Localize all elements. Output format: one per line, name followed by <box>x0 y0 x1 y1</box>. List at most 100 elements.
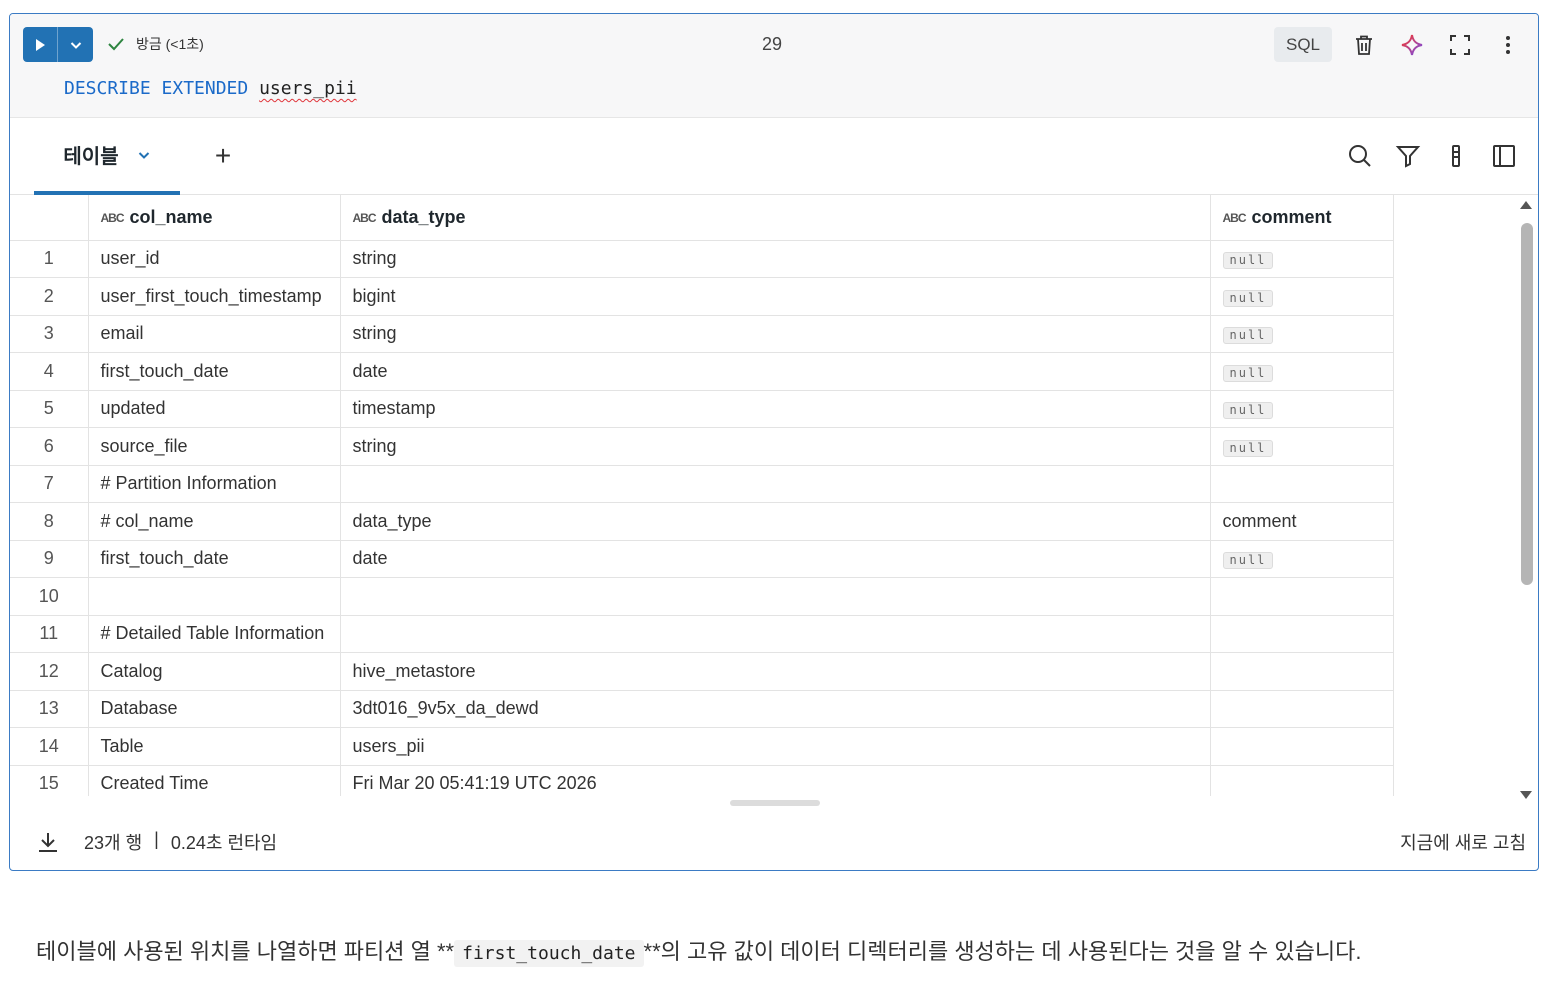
delete-cell-button[interactable] <box>1348 29 1380 61</box>
cell-col-name[interactable]: # col_name <box>88 502 341 541</box>
cell-comment[interactable]: null <box>1210 240 1394 278</box>
null-badge: null <box>1222 552 1274 570</box>
cell-data-type[interactable]: 3dt016_9v5x_da_dewd <box>340 690 1211 728</box>
cell-col-name[interactable]: user_first_touch_timestamp <box>88 277 341 316</box>
cell-data-type[interactable]: timestamp <box>340 390 1211 428</box>
row-number[interactable]: 12 <box>10 652 89 691</box>
cell-data-type[interactable]: Fri Mar 20 05:41:19 UTC 2026 <box>340 765 1211 796</box>
cell-data-type[interactable]: string <box>340 315 1211 353</box>
cell-data-type[interactable] <box>340 465 1211 503</box>
null-badge: null <box>1222 364 1274 382</box>
table-row: 5 updated timestamp null <box>10 390 1394 428</box>
cell-data-type[interactable] <box>340 615 1211 653</box>
cell-data-type[interactable]: string <box>340 240 1211 278</box>
row-number[interactable]: 1 <box>10 240 89 278</box>
row-number[interactable]: 13 <box>10 690 89 728</box>
fullscreen-button[interactable] <box>1444 29 1476 61</box>
cell-comment[interactable] <box>1210 577 1394 616</box>
add-visualization-button[interactable]: + <box>208 140 238 172</box>
row-number[interactable]: 9 <box>10 540 89 578</box>
filter-icon <box>1395 146 1421 168</box>
null-badge: null <box>1222 327 1274 345</box>
tab-table-label: 테이블 <box>63 146 119 168</box>
cell-comment[interactable]: comment <box>1210 502 1394 541</box>
cell-comment[interactable] <box>1210 727 1394 766</box>
search-results-button[interactable] <box>1344 140 1376 172</box>
row-number[interactable]: 4 <box>10 352 89 391</box>
cell-comment[interactable]: null <box>1210 540 1394 578</box>
column-header-data-type[interactable]: ABC data_type <box>340 195 1211 241</box>
cell-col-name[interactable]: Created Time <box>88 765 341 796</box>
cell-more-menu[interactable] <box>1492 29 1524 61</box>
cell-comment[interactable]: null <box>1210 390 1394 428</box>
string-type-icon: ABC <box>352 211 377 225</box>
row-number[interactable]: 8 <box>10 502 89 541</box>
cell-col-name[interactable]: Catalog <box>88 652 341 691</box>
row-number[interactable]: 15 <box>10 765 89 796</box>
cell-data-type[interactable]: users_pii <box>340 727 1211 766</box>
cell-col-name[interactable] <box>88 577 341 616</box>
row-number[interactable]: 6 <box>10 427 89 466</box>
cell-comment[interactable]: null <box>1210 315 1394 353</box>
vertical-scroll-thumb[interactable] <box>1521 223 1533 585</box>
cell-comment[interactable] <box>1210 465 1394 503</box>
run-cell-button[interactable] <box>23 27 58 62</box>
row-number[interactable]: 10 <box>10 577 89 616</box>
side-panel-button[interactable] <box>1488 140 1520 172</box>
column-header-col-name[interactable]: ABC col_name <box>88 195 341 241</box>
row-number[interactable]: 7 <box>10 465 89 503</box>
row-number-header <box>10 195 89 241</box>
row-number[interactable]: 5 <box>10 390 89 428</box>
cell-comment[interactable] <box>1210 765 1394 796</box>
string-type-icon: ABC <box>1222 211 1247 225</box>
cell-col-name[interactable]: Table <box>88 727 341 766</box>
sql-keyword: DESCRIBE EXTENDED <box>64 78 249 99</box>
cell-col-name[interactable]: source_file <box>88 427 341 466</box>
cell-data-type[interactable]: date <box>340 352 1211 391</box>
string-type-icon: ABC <box>100 211 125 225</box>
refreshed-status: 지금에 새로 고침 <box>1400 833 1526 853</box>
cell-data-type[interactable]: date <box>340 540 1211 578</box>
row-number[interactable]: 3 <box>10 315 89 353</box>
row-number[interactable]: 11 <box>10 615 89 653</box>
row-number[interactable]: 2 <box>10 277 89 316</box>
cell-comment[interactable] <box>1210 652 1394 691</box>
cell-col-name[interactable]: updated <box>88 390 341 428</box>
row-number[interactable]: 14 <box>10 727 89 766</box>
table-row: 3 email string null <box>10 315 1394 353</box>
cell-col-name[interactable]: first_touch_date <box>88 352 341 391</box>
cell-col-name[interactable]: first_touch_date <box>88 540 341 578</box>
cell-data-type[interactable]: string <box>340 427 1211 466</box>
table-row: 13 Database 3dt016_9v5x_da_dewd <box>10 690 1394 728</box>
kebab-menu-icon <box>1506 35 1510 54</box>
cell-col-name[interactable]: # Partition Information <box>88 465 341 503</box>
cell-header: 방금 (<1초) 29 SQL DESCRIBE EXTENDED users_… <box>10 14 1538 118</box>
cell-comment[interactable] <box>1210 615 1394 653</box>
cell-comment[interactable]: null <box>1210 277 1394 316</box>
vertical-scrollbar[interactable] <box>1515 199 1537 799</box>
code-editor[interactable]: DESCRIBE EXTENDED users_pii <box>64 78 357 99</box>
row-count: 23개 행 <box>84 833 143 853</box>
cell-col-name[interactable]: Database <box>88 690 341 728</box>
cell-comment[interactable]: null <box>1210 427 1394 466</box>
horizontal-scroll-thumb[interactable] <box>730 800 820 806</box>
cell-col-name[interactable]: user_id <box>88 240 341 278</box>
column-visibility-button[interactable] <box>1440 140 1472 172</box>
tab-table[interactable]: 테이블 <box>34 118 180 195</box>
assistant-button[interactable] <box>1396 29 1428 61</box>
filter-button[interactable] <box>1392 140 1424 172</box>
cell-comment[interactable] <box>1210 690 1394 728</box>
scroll-up-icon <box>1520 201 1532 209</box>
language-selector[interactable]: SQL <box>1274 27 1332 62</box>
download-icon[interactable] <box>36 830 60 854</box>
cell-col-name[interactable]: # Detailed Table Information <box>88 615 341 653</box>
cell-col-name[interactable]: email <box>88 315 341 353</box>
cell-data-type[interactable]: hive_metastore <box>340 652 1211 691</box>
run-options-dropdown[interactable] <box>58 27 93 62</box>
cell-comment[interactable]: null <box>1210 352 1394 391</box>
chevron-down-icon <box>138 151 149 159</box>
cell-data-type[interactable]: bigint <box>340 277 1211 316</box>
column-header-comment[interactable]: ABC comment <box>1210 195 1394 241</box>
cell-data-type[interactable]: data_type <box>340 502 1211 541</box>
cell-data-type[interactable] <box>340 577 1211 616</box>
